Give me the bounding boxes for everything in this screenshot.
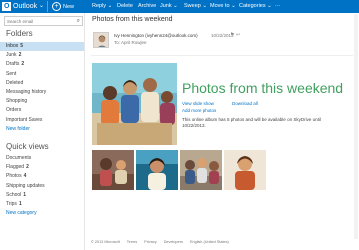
album-title: Photos from this weekend bbox=[182, 80, 344, 96]
sidebar-item-deleted[interactable]: Deleted bbox=[0, 79, 84, 88]
sidebar-item-label: New category bbox=[6, 210, 37, 217]
unread-count: 2 bbox=[21, 61, 25, 68]
sidebar-item-label: Drafts bbox=[6, 61, 20, 68]
chevron-down-icon[interactable]: ⌄ bbox=[39, 2, 44, 11]
more-button[interactable]: ··· bbox=[275, 2, 281, 11]
chevron-down-icon: ⌄ bbox=[267, 3, 272, 9]
photo-thumbnail[interactable] bbox=[92, 150, 134, 190]
unread-count: 2 bbox=[18, 52, 22, 59]
chevron-down-icon: ⌄ bbox=[231, 3, 236, 9]
sender[interactable]: Ivy Hennington (ivyhenn24@outlook.com) bbox=[114, 33, 198, 38]
scrollbar[interactable] bbox=[354, 14, 358, 239]
footer: © 2013 Microsoft Terms Privacy Developer… bbox=[91, 240, 235, 244]
unread-count: 2 bbox=[26, 164, 29, 171]
sidebar-item-junk[interactable]: Junk 2 bbox=[0, 51, 84, 60]
sidebar-item-label: Orders bbox=[6, 107, 22, 114]
sidebar-item-sent[interactable]: Sent bbox=[0, 70, 84, 79]
plus-icon: + bbox=[52, 2, 61, 11]
chevron-down-icon: ⌄ bbox=[173, 3, 178, 9]
archive-button[interactable]: Archive bbox=[138, 2, 156, 11]
toolbar-divider bbox=[47, 1, 48, 12]
album-description: This online album has 5 photos and will … bbox=[182, 117, 321, 128]
terms-link[interactable]: Terms bbox=[127, 240, 137, 244]
reply-icon[interactable]: ↩ bbox=[236, 32, 240, 38]
quick-views-heading[interactable]: Quick views bbox=[6, 142, 49, 151]
sweep-button[interactable]: Sweep ⌄ bbox=[184, 2, 207, 11]
sidebar-item-label: Messaging history bbox=[6, 89, 47, 95]
recipient[interactable]: To: Aprit Rowjee bbox=[114, 40, 147, 45]
categories-button[interactable]: Categories ⌄ bbox=[239, 2, 272, 11]
developers-link[interactable]: Developers bbox=[164, 240, 183, 244]
reply-button[interactable]: Reply ⌄ bbox=[92, 2, 112, 11]
unread-count: 1 bbox=[23, 191, 27, 198]
chevron-down-icon: ⌄ bbox=[202, 3, 207, 9]
download-all-link[interactable]: Download all bbox=[232, 101, 258, 106]
sidebar-item-label: School bbox=[6, 191, 22, 198]
sidebar-item-new-folder[interactable]: New folder bbox=[0, 125, 84, 134]
sidebar-item-label: New folder bbox=[6, 125, 30, 132]
sidebar-item-label: Photos bbox=[6, 173, 22, 180]
sidebar-item-label: Important Saves bbox=[6, 116, 43, 123]
move-to-button[interactable]: Move to ⌄ bbox=[210, 2, 236, 11]
avatar bbox=[93, 32, 109, 48]
app-title[interactable]: Outlook bbox=[13, 2, 37, 11]
search-icon[interactable]: ⌕ bbox=[77, 18, 80, 25]
sidebar-item-messaging-history[interactable]: Messaging history bbox=[0, 88, 84, 97]
sidebar-item-inbox[interactable]: Inbox 5 bbox=[0, 42, 84, 51]
search-input[interactable]: Search email ⌕ bbox=[4, 16, 83, 26]
photo-thumbnail[interactable] bbox=[136, 150, 178, 190]
language-link[interactable]: English (United States) bbox=[190, 240, 229, 244]
add-more-photos-link[interactable]: Add more photos bbox=[182, 108, 216, 113]
sidebar-item-label: Documents bbox=[6, 155, 32, 161]
outlook-logo-icon[interactable]: O bbox=[2, 2, 11, 11]
sidebar-item-drafts[interactable]: Drafts 2 bbox=[0, 60, 84, 69]
photo-thumbnail[interactable] bbox=[224, 150, 266, 190]
sidebar-item-shopping[interactable]: Shopping bbox=[0, 97, 84, 106]
sidebar-item-flagged[interactable]: Flagged 2 bbox=[0, 163, 84, 172]
pane-divider bbox=[84, 13, 85, 250]
sidebar-item-trips[interactable]: Trips 1 bbox=[0, 200, 84, 209]
junk-button[interactable]: Junk ⌄ bbox=[160, 2, 178, 11]
delete-button[interactable]: Delete bbox=[117, 2, 133, 11]
sidebar-item-label: Shipping updates bbox=[6, 182, 45, 189]
sidebar-item-shipping-updates[interactable]: Shipping updates bbox=[0, 182, 84, 191]
sidebar-item-school[interactable]: School 1 bbox=[0, 191, 84, 200]
privacy-link[interactable]: Privacy bbox=[144, 240, 156, 244]
unread-count: 5 bbox=[20, 43, 24, 49]
sidebar-item-label: Inbox bbox=[6, 43, 19, 49]
chevron-down-icon: ⌄ bbox=[107, 3, 113, 9]
new-button[interactable]: + New bbox=[52, 1, 74, 12]
photo-thumbnail[interactable] bbox=[180, 150, 222, 190]
album-cover-photo[interactable] bbox=[92, 63, 177, 145]
sidebar-item-label: Deleted bbox=[6, 79, 24, 86]
sidebar-item-documents[interactable]: Documents bbox=[0, 154, 84, 163]
new-label: New bbox=[63, 3, 75, 10]
top-bar: O Outlook ⌄ + New Reply ⌄ Delete Archive… bbox=[0, 0, 359, 13]
flag-icon[interactable]: ⚑ bbox=[230, 32, 234, 38]
copyright: © 2013 Microsoft bbox=[91, 240, 120, 244]
sidebar-item-label: Flagged bbox=[6, 164, 25, 171]
sidebar-item-orders[interactable]: Orders bbox=[0, 106, 84, 115]
message-divider bbox=[91, 55, 353, 56]
sidebar-item-label: Sent bbox=[6, 70, 17, 77]
sidebar-item-label: Shopping bbox=[6, 98, 28, 105]
sidebar-item-label: Trips bbox=[6, 201, 17, 207]
unread-count: 1 bbox=[18, 201, 22, 207]
sidebar-item-label: Junk bbox=[6, 52, 17, 59]
unread-count: 4 bbox=[23, 173, 27, 180]
sidebar-item-important-saves[interactable]: Important Saves bbox=[0, 116, 84, 125]
sidebar-item-new-category[interactable]: New category bbox=[0, 209, 84, 218]
view-slideshow-link[interactable]: View slide show bbox=[182, 101, 214, 106]
folders-heading[interactable]: Folders bbox=[6, 29, 33, 38]
sidebar-item-photos[interactable]: Photos 4 bbox=[0, 172, 84, 181]
message-subject: Photos from this weekend bbox=[92, 16, 173, 23]
